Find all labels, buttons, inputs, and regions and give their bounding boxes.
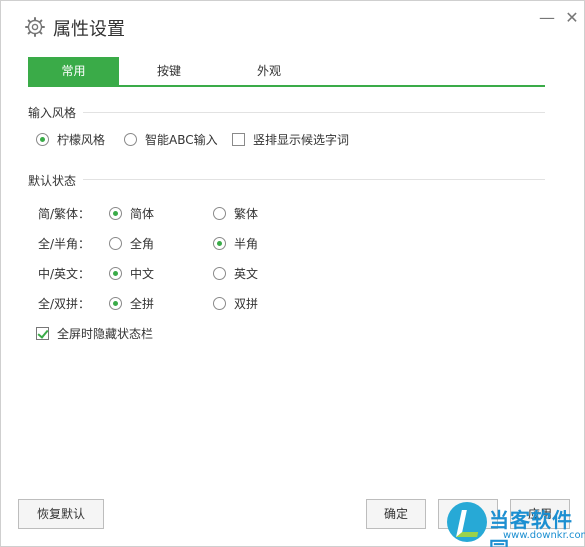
section-input-style-title: 输入风格 [28, 106, 77, 120]
option-full-width[interactable]: 全角 [109, 235, 154, 252]
option-label: 竖排显示候选字词 [253, 133, 350, 147]
gear-icon [25, 17, 45, 37]
option-traditional[interactable]: 繁体 [213, 205, 258, 222]
option-label: 柠檬风格 [57, 133, 106, 147]
tab-appearance[interactable]: 外观 [219, 57, 319, 85]
site-watermark: 当客软件园 www.downkr.com [447, 496, 585, 547]
restore-defaults-button[interactable]: 恢复默认 [18, 499, 104, 529]
radio-button[interactable] [124, 133, 137, 146]
radio-button[interactable] [109, 267, 122, 280]
section-divider [83, 112, 545, 113]
label-full-half-width: 全/半角： [38, 237, 91, 251]
option-label: 全角 [130, 237, 155, 251]
option-hide-statusbar-fullscreen[interactable]: 全屏时隐藏状态栏 [36, 325, 153, 342]
ok-button[interactable]: 确定 [366, 499, 426, 529]
section-divider [83, 179, 545, 180]
option-english[interactable]: 英文 [213, 265, 258, 282]
option-half-width[interactable]: 半角 [213, 235, 258, 252]
watermark-url: www.downkr.com [503, 530, 585, 541]
option-full-pinyin[interactable]: 全拼 [109, 295, 154, 312]
option-label: 智能ABC输入 [145, 133, 218, 147]
title-bar: 属性设置 — ✕ [1, 1, 584, 53]
option-label: 双拼 [234, 297, 259, 311]
settings-window: 属性设置 — ✕ 常用 按键 外观 输入风格 柠檬风格 智能ABC输入 竖排显示… [0, 0, 585, 547]
option-label: 全屏时隐藏状态栏 [57, 327, 154, 341]
tab-common[interactable]: 常用 [28, 57, 119, 85]
radio-button[interactable] [213, 297, 226, 310]
radio-button[interactable] [109, 297, 122, 310]
tab-keys[interactable]: 按键 [119, 57, 219, 85]
radio-button[interactable] [213, 267, 226, 280]
radio-button[interactable] [36, 133, 49, 146]
minimize-button[interactable]: — [537, 9, 557, 27]
option-vertical-candidates[interactable]: 竖排显示候选字词 [232, 131, 349, 148]
label-simplified-traditional: 简/繁体： [38, 207, 91, 221]
radio-button[interactable] [213, 237, 226, 250]
window-title: 属性设置 [53, 19, 125, 40]
option-smart-abc[interactable]: 智能ABC输入 [124, 131, 218, 148]
option-label: 繁体 [234, 207, 259, 221]
option-label: 全拼 [130, 297, 155, 311]
section-default-state-title: 默认状态 [28, 174, 77, 188]
site-logo-icon [447, 502, 487, 542]
checkbox[interactable] [36, 327, 49, 340]
radio-button[interactable] [109, 207, 122, 220]
label-full-double-pinyin: 全/双拼： [38, 297, 91, 311]
tab-bar: 常用 按键 外观 [28, 57, 545, 87]
option-label: 英文 [234, 267, 259, 281]
checkbox[interactable] [232, 133, 245, 146]
label-chinese-english: 中/英文： [38, 267, 91, 281]
option-label: 简体 [130, 207, 155, 221]
option-label: 半角 [234, 237, 259, 251]
option-lemon-style[interactable]: 柠檬风格 [36, 131, 105, 148]
radio-button[interactable] [109, 237, 122, 250]
close-button[interactable]: ✕ [562, 9, 582, 27]
option-double-pinyin[interactable]: 双拼 [213, 295, 258, 312]
option-simplified[interactable]: 简体 [109, 205, 154, 222]
radio-button[interactable] [213, 207, 226, 220]
option-chinese[interactable]: 中文 [109, 265, 154, 282]
option-label: 中文 [130, 267, 155, 281]
